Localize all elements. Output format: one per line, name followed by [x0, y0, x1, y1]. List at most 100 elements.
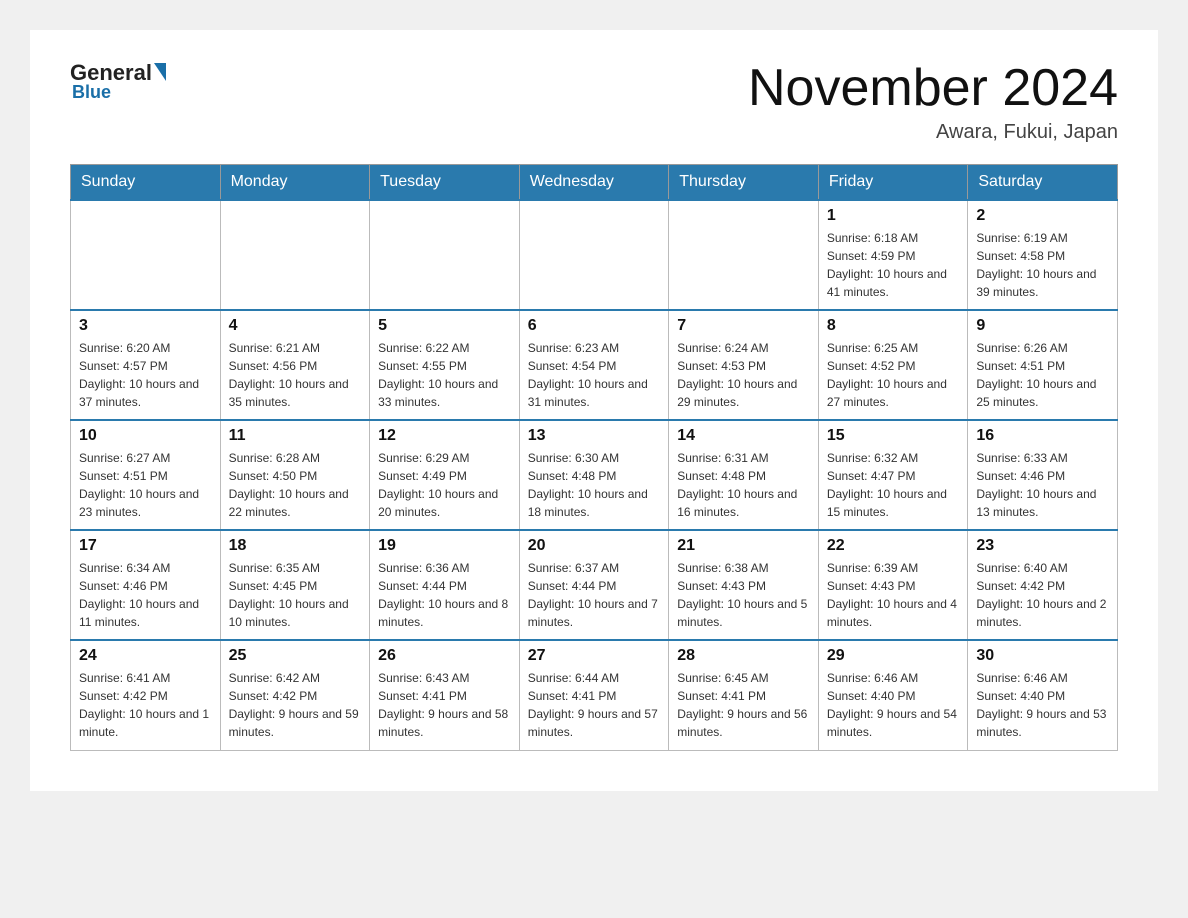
day-info: Sunrise: 6:46 AMSunset: 4:40 PMDaylight:…	[827, 669, 960, 741]
calendar-cell: 23 Sunrise: 6:40 AMSunset: 4:42 PMDayligh…	[968, 530, 1118, 640]
weekday-header-sunday: Sunday	[71, 165, 221, 201]
weekday-row: SundayMondayTuesdayWednesdayThursdayFrid…	[71, 165, 1118, 201]
calendar-cell: 1 Sunrise: 6:18 AMSunset: 4:59 PMDaylight…	[818, 200, 968, 310]
calendar-cell: 19 Sunrise: 6:36 AMSunset: 4:44 PMDayligh…	[370, 530, 520, 640]
day-number: 8	[827, 317, 960, 335]
day-info: Sunrise: 6:18 AMSunset: 4:59 PMDaylight:…	[827, 229, 960, 301]
day-number: 2	[976, 207, 1109, 225]
week-row-3: 10Sunrise: 6:27 AMSunset: 4:51 PMDayligh…	[71, 420, 1118, 530]
calendar-cell	[519, 200, 669, 310]
day-number: 12	[378, 427, 511, 445]
day-number: 16	[976, 427, 1109, 445]
calendar-cell: 27Sunrise: 6:44 AMSunset: 4:41 PMDayligh…	[519, 640, 669, 750]
day-number: 3	[79, 317, 212, 335]
day-number: 22	[827, 537, 960, 555]
calendar-cell	[370, 200, 520, 310]
day-info: Sunrise: 6:24 AMSunset: 4:53 PMDaylight:…	[677, 339, 810, 411]
day-number: 25	[229, 647, 362, 665]
day-number: 7	[677, 317, 810, 335]
calendar-body: 1 Sunrise: 6:18 AMSunset: 4:59 PMDaylight…	[71, 200, 1118, 750]
calendar-cell: 25Sunrise: 6:42 AMSunset: 4:42 PMDayligh…	[220, 640, 370, 750]
day-info: Sunrise: 6:22 AMSunset: 4:55 PMDaylight:…	[378, 339, 511, 411]
weekday-header-wednesday: Wednesday	[519, 165, 669, 201]
calendar-header: SundayMondayTuesdayWednesdayThursdayFrid…	[71, 165, 1118, 201]
calendar-cell: 9 Sunrise: 6:26 AMSunset: 4:51 PMDaylight…	[968, 310, 1118, 420]
day-info: Sunrise: 6:27 AMSunset: 4:51 PMDaylight:…	[79, 449, 212, 521]
day-info: Sunrise: 6:36 AMSunset: 4:44 PMDaylight:…	[378, 559, 511, 631]
day-info: Sunrise: 6:35 AMSunset: 4:45 PMDaylight:…	[229, 559, 362, 631]
weekday-header-monday: Monday	[220, 165, 370, 201]
day-info: Sunrise: 6:37 AMSunset: 4:44 PMDaylight:…	[528, 559, 661, 631]
calendar-cell: 2 Sunrise: 6:19 AMSunset: 4:58 PMDaylight…	[968, 200, 1118, 310]
calendar-cell: 20 Sunrise: 6:37 AMSunset: 4:44 PMDayligh…	[519, 530, 669, 640]
weekday-header-saturday: Saturday	[968, 165, 1118, 201]
calendar-cell: 22 Sunrise: 6:39 AMSunset: 4:43 PMDayligh…	[818, 530, 968, 640]
calendar-cell: 11 Sunrise: 6:28 AMSunset: 4:50 PMDayligh…	[220, 420, 370, 530]
day-info: Sunrise: 6:45 AMSunset: 4:41 PMDaylight:…	[677, 669, 810, 741]
calendar-cell	[669, 200, 819, 310]
day-info: Sunrise: 6:32 AMSunset: 4:47 PMDaylight:…	[827, 449, 960, 521]
calendar: SundayMondayTuesdayWednesdayThursdayFrid…	[70, 164, 1118, 751]
calendar-cell: 13 Sunrise: 6:30 AMSunset: 4:48 PMDayligh…	[519, 420, 669, 530]
calendar-cell	[71, 200, 221, 310]
day-number: 1	[827, 207, 960, 225]
day-number: 19	[378, 537, 511, 555]
day-info: Sunrise: 6:43 AMSunset: 4:41 PMDaylight:…	[378, 669, 511, 741]
day-info: Sunrise: 6:33 AMSunset: 4:46 PMDaylight:…	[976, 449, 1109, 521]
weekday-header-friday: Friday	[818, 165, 968, 201]
day-info: Sunrise: 6:21 AMSunset: 4:56 PMDaylight:…	[229, 339, 362, 411]
day-info: Sunrise: 6:41 AMSunset: 4:42 PMDaylight:…	[79, 669, 212, 741]
calendar-cell: 15 Sunrise: 6:32 AMSunset: 4:47 PMDayligh…	[818, 420, 968, 530]
logo-triangle-icon	[154, 63, 166, 81]
day-info: Sunrise: 6:30 AMSunset: 4:48 PMDaylight:…	[528, 449, 661, 521]
week-row-1: 1 Sunrise: 6:18 AMSunset: 4:59 PMDaylight…	[71, 200, 1118, 310]
day-number: 13	[528, 427, 661, 445]
day-number: 20	[528, 537, 661, 555]
day-info: Sunrise: 6:25 AMSunset: 4:52 PMDaylight:…	[827, 339, 960, 411]
week-row-4: 17Sunrise: 6:34 AMSunset: 4:46 PMDayligh…	[71, 530, 1118, 640]
day-info: Sunrise: 6:26 AMSunset: 4:51 PMDaylight:…	[976, 339, 1109, 411]
day-number: 9	[976, 317, 1109, 335]
day-number: 11	[229, 427, 362, 445]
day-number: 18	[229, 537, 362, 555]
month-title: November 2024	[748, 60, 1118, 117]
header: General Blue November 2024 Awara, Fukui,…	[70, 60, 1118, 144]
day-info: Sunrise: 6:19 AMSunset: 4:58 PMDaylight:…	[976, 229, 1109, 301]
day-number: 4	[229, 317, 362, 335]
calendar-cell	[220, 200, 370, 310]
day-number: 23	[976, 537, 1109, 555]
calendar-cell: 17Sunrise: 6:34 AMSunset: 4:46 PMDayligh…	[71, 530, 221, 640]
day-number: 24	[79, 647, 212, 665]
calendar-cell: 14Sunrise: 6:31 AMSunset: 4:48 PMDayligh…	[669, 420, 819, 530]
calendar-cell: 21Sunrise: 6:38 AMSunset: 4:43 PMDayligh…	[669, 530, 819, 640]
calendar-cell: 5 Sunrise: 6:22 AMSunset: 4:55 PMDaylight…	[370, 310, 520, 420]
day-info: Sunrise: 6:46 AMSunset: 4:40 PMDaylight:…	[976, 669, 1109, 741]
day-info: Sunrise: 6:39 AMSunset: 4:43 PMDaylight:…	[827, 559, 960, 631]
day-number: 5	[378, 317, 511, 335]
calendar-cell: 4 Sunrise: 6:21 AMSunset: 4:56 PMDaylight…	[220, 310, 370, 420]
weekday-header-tuesday: Tuesday	[370, 165, 520, 201]
calendar-cell: 26 Sunrise: 6:43 AMSunset: 4:41 PMDayligh…	[370, 640, 520, 750]
page: General Blue November 2024 Awara, Fukui,…	[30, 30, 1158, 791]
day-info: Sunrise: 6:23 AMSunset: 4:54 PMDaylight:…	[528, 339, 661, 411]
calendar-cell: 30 Sunrise: 6:46 AMSunset: 4:40 PMDayligh…	[968, 640, 1118, 750]
weekday-header-thursday: Thursday	[669, 165, 819, 201]
calendar-cell: 29Sunrise: 6:46 AMSunset: 4:40 PMDayligh…	[818, 640, 968, 750]
day-number: 15	[827, 427, 960, 445]
day-info: Sunrise: 6:40 AMSunset: 4:42 PMDaylight:…	[976, 559, 1109, 631]
location: Awara, Fukui, Japan	[748, 121, 1118, 144]
day-info: Sunrise: 6:28 AMSunset: 4:50 PMDaylight:…	[229, 449, 362, 521]
calendar-cell: 24 Sunrise: 6:41 AMSunset: 4:42 PMDayligh…	[71, 640, 221, 750]
day-number: 6	[528, 317, 661, 335]
calendar-cell: 6 Sunrise: 6:23 AMSunset: 4:54 PMDaylight…	[519, 310, 669, 420]
calendar-cell: 18 Sunrise: 6:35 AMSunset: 4:45 PMDayligh…	[220, 530, 370, 640]
day-info: Sunrise: 6:29 AMSunset: 4:49 PMDaylight:…	[378, 449, 511, 521]
week-row-5: 24 Sunrise: 6:41 AMSunset: 4:42 PMDayligh…	[71, 640, 1118, 750]
day-number: 27	[528, 647, 661, 665]
calendar-cell: 7 Sunrise: 6:24 AMSunset: 4:53 PMDaylight…	[669, 310, 819, 420]
day-number: 21	[677, 537, 810, 555]
day-number: 26	[378, 647, 511, 665]
day-number: 30	[976, 647, 1109, 665]
logo-sub: Blue	[72, 82, 111, 103]
calendar-cell: 28Sunrise: 6:45 AMSunset: 4:41 PMDayligh…	[669, 640, 819, 750]
